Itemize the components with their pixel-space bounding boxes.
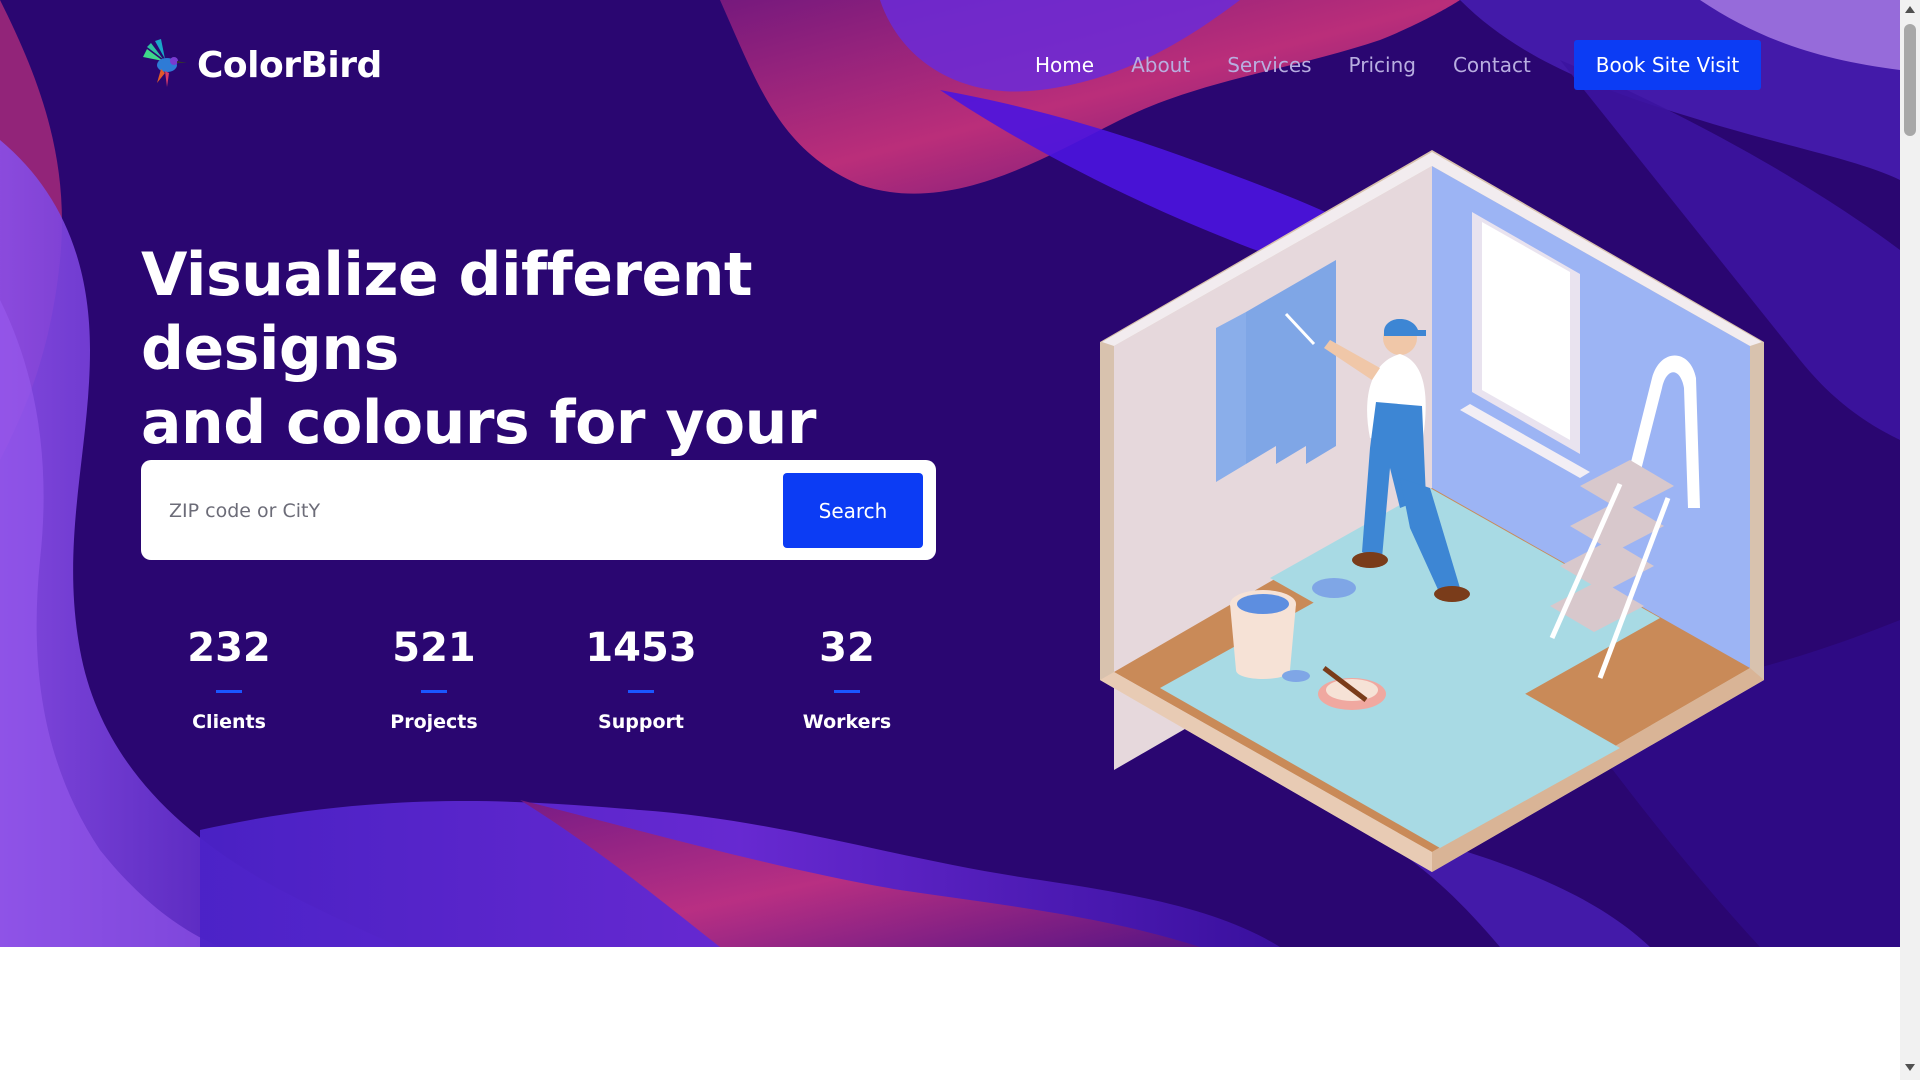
search-button[interactable]: Search (783, 473, 923, 548)
main-nav: Home About Services Pricing Contact (1035, 40, 1568, 90)
hummingbird-icon (143, 39, 187, 87)
stat-divider (628, 690, 654, 693)
scroll-down-arrow-icon[interactable] (1905, 1064, 1915, 1071)
stat-label: Workers (802, 711, 892, 733)
page: ColorBird Home About Services Pricing Co… (0, 0, 1920, 1080)
stat-label: Projects (390, 711, 478, 733)
scroll-up-arrow-icon[interactable] (1905, 6, 1915, 13)
next-section (0, 947, 1900, 1080)
stat-label: Clients (192, 711, 266, 733)
brand-name: ColorBird (197, 44, 382, 86)
stat-value: 32 (819, 625, 875, 671)
stat-projects: 521 Projects (349, 622, 519, 733)
stat-value: 1453 (585, 625, 697, 671)
scroll-thumb[interactable] (1904, 24, 1916, 136)
stat-value: 521 (392, 625, 476, 671)
page-scrollbar[interactable] (1900, 0, 1920, 1080)
nav-pricing[interactable]: Pricing (1349, 53, 1416, 77)
stat-divider (216, 690, 242, 693)
search-form: Search (141, 460, 936, 560)
nav-contact[interactable]: Contact (1453, 53, 1531, 77)
stat-workers: 32 Workers (762, 622, 932, 733)
stat-clients: 232 Clients (144, 622, 314, 733)
nav-about[interactable]: About (1131, 53, 1190, 77)
stat-value: 232 (187, 625, 271, 671)
hero-section: ColorBird Home About Services Pricing Co… (0, 0, 1900, 947)
brand-logo[interactable]: ColorBird (141, 38, 382, 92)
stat-divider (834, 690, 860, 693)
painter-room-illustration (1100, 150, 1764, 872)
stat-support: 1453 Support (556, 622, 726, 733)
nav-services[interactable]: Services (1227, 53, 1311, 77)
book-site-visit-button[interactable]: Book Site Visit (1574, 40, 1761, 90)
headline-line-1: Visualize different designs (141, 240, 753, 384)
stat-label: Support (598, 711, 684, 733)
nav-home[interactable]: Home (1035, 53, 1094, 77)
stat-divider (421, 690, 447, 693)
